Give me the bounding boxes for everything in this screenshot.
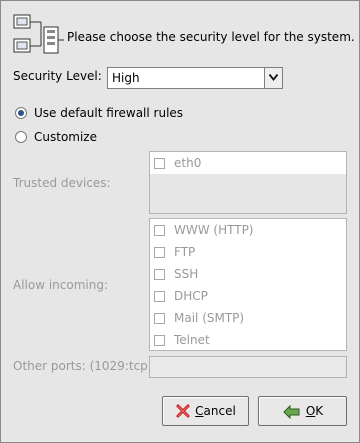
checkbox[interactable] — [154, 312, 165, 324]
service-telnet[interactable]: Telnet — [154, 331, 210, 349]
radio-indicator[interactable] — [15, 131, 27, 143]
security-level-dropdown[interactable]: High — [107, 67, 283, 89]
firewall-dialog: Please choose the security level for the… — [0, 0, 360, 443]
cancel-label: Cancel — [195, 404, 236, 418]
service-ftp[interactable]: FTP — [154, 243, 195, 261]
ok-label: OK — [305, 404, 324, 418]
checkbox[interactable] — [154, 334, 165, 346]
ok-button[interactable]: OK — [258, 396, 347, 426]
security-level-value: High — [112, 71, 140, 85]
service-dhcp[interactable]: DHCP — [154, 287, 208, 305]
allow-incoming-list: WWW (HTTP) FTP SSH DHCP Mail (SMTP) Teln… — [149, 218, 347, 351]
header-message: Please choose the security level for the… — [67, 30, 355, 44]
ok-arrow-icon — [283, 404, 300, 419]
network-computers-icon — [13, 14, 64, 54]
cancel-button[interactable]: Cancel — [162, 396, 249, 426]
trusted-devices-label: Trusted devices: — [13, 176, 111, 190]
service-www[interactable]: WWW (HTTP) — [154, 221, 253, 239]
checkbox[interactable] — [154, 157, 165, 169]
service-smtp[interactable]: Mail (SMTP) — [154, 309, 244, 327]
radio-label: Use default firewall rules — [34, 106, 184, 120]
chevron-down-icon — [269, 74, 278, 81]
security-level-label: Security Level: — [13, 69, 102, 83]
other-ports-input[interactable] — [149, 356, 347, 378]
dropdown-button[interactable] — [264, 68, 282, 88]
service-ssh[interactable]: SSH — [154, 265, 198, 283]
cancel-x-icon — [176, 404, 190, 418]
radio-default-firewall[interactable]: Use default firewall rules — [15, 105, 183, 121]
radio-indicator[interactable] — [15, 107, 27, 119]
trusted-devices-list: eth0 — [149, 151, 347, 214]
checkbox[interactable] — [154, 246, 165, 258]
other-ports-label: Other ports: (1029:tcp) — [13, 359, 153, 373]
checkbox[interactable] — [154, 224, 165, 236]
allow-incoming-label: Allow incoming: — [13, 278, 109, 292]
checkbox[interactable] — [154, 268, 165, 280]
checkbox[interactable] — [154, 290, 165, 302]
device-eth0[interactable]: eth0 — [154, 154, 201, 172]
radio-label: Customize — [34, 130, 97, 144]
radio-customize[interactable]: Customize — [15, 129, 97, 145]
